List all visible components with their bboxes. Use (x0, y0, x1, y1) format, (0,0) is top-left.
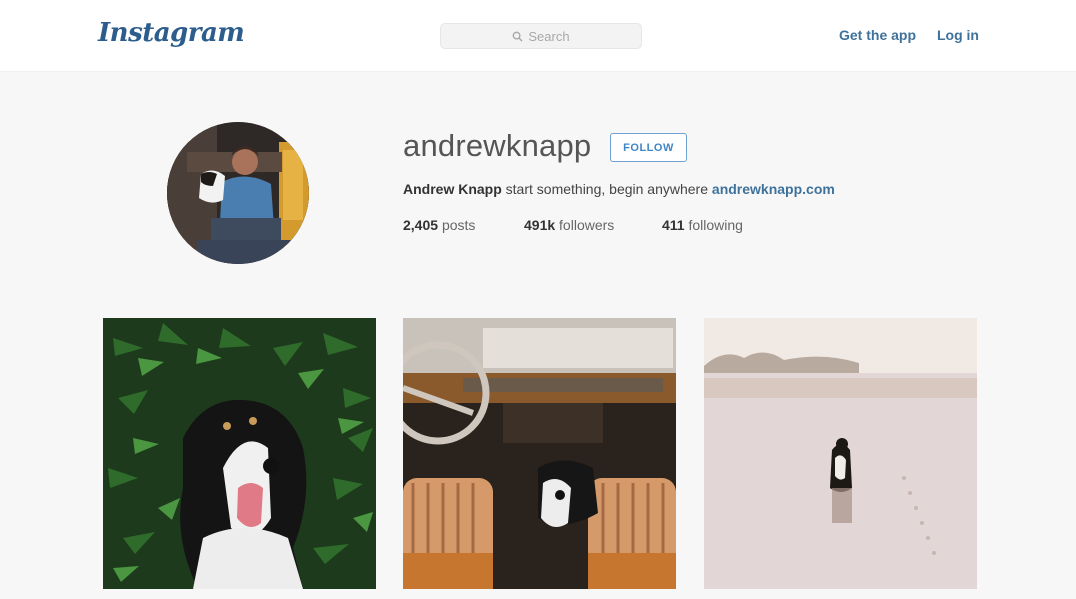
profile-username: andrewknapp (403, 128, 592, 163)
top-navigation-bar: Instagram Search Get the app Log in (0, 0, 1076, 72)
post-thumbnail-dog-in-van[interactable] (403, 318, 676, 589)
followers-count[interactable]: 491k followers (524, 217, 614, 233)
followers-count-number: 491k (524, 217, 556, 233)
posts-count: 2,405 posts (403, 217, 475, 233)
log-in-link[interactable]: Log in (937, 27, 979, 43)
posts-count-label: posts (441, 217, 476, 233)
search-input[interactable]: Search (440, 23, 642, 49)
get-the-app-link[interactable]: Get the app (839, 27, 916, 43)
profile-website-link[interactable]: andrewknapp.com (712, 181, 835, 197)
posts-count-number: 2,405 (403, 217, 439, 233)
following-count[interactable]: 411 following (662, 217, 743, 233)
following-count-number: 411 (662, 217, 685, 233)
search-icon (512, 31, 523, 42)
search-placeholder: Search (528, 28, 570, 44)
profile-bio-text: start something, begin anywhere (505, 181, 709, 197)
profile-avatar[interactable] (167, 122, 309, 264)
follow-button[interactable]: FOLLOW (610, 133, 687, 162)
following-count-label: following (688, 217, 743, 233)
post-thumbnail-dog-in-leaves[interactable] (103, 318, 376, 589)
profile-full-name: Andrew Knapp (403, 181, 502, 197)
instagram-logo[interactable]: Instagram (98, 18, 245, 48)
profile-bio: Andrew Knapp start something, begin anyw… (403, 181, 835, 197)
post-thumbnail-dog-on-beach[interactable] (704, 318, 977, 589)
followers-count-label: followers (559, 217, 615, 233)
